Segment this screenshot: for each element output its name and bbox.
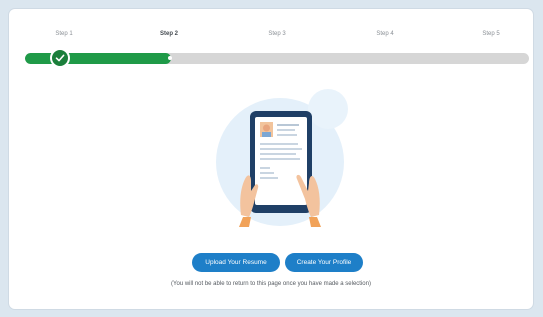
current-step-dot [168,56,172,60]
step-label-5: Step 5 [482,31,500,37]
step-label-1: Step 1 [55,31,73,37]
onboarding-card: Step 1 Step 2 Step 3 Step 4 Step 5 Uploa… [9,9,533,309]
action-buttons: Upload Your Resume Create Your Profile [9,253,533,273]
step-label-2: Step 2 [159,31,179,37]
step-label-3: Step 3 [268,31,286,37]
step-complete-badge [50,48,70,68]
create-profile-button[interactable]: Create Your Profile [285,253,363,272]
tablet-resume-illustration [216,89,348,227]
check-icon [55,54,65,62]
progress-track [25,53,529,64]
selection-notice: (You will not be able to return to this … [171,281,371,287]
step-label-4: Step 4 [376,31,394,37]
upload-resume-button[interactable]: Upload Your Resume [192,253,280,272]
stepper: Step 1 Step 2 Step 3 Step 4 Step 5 [9,9,533,49]
progress-fill [25,53,172,64]
